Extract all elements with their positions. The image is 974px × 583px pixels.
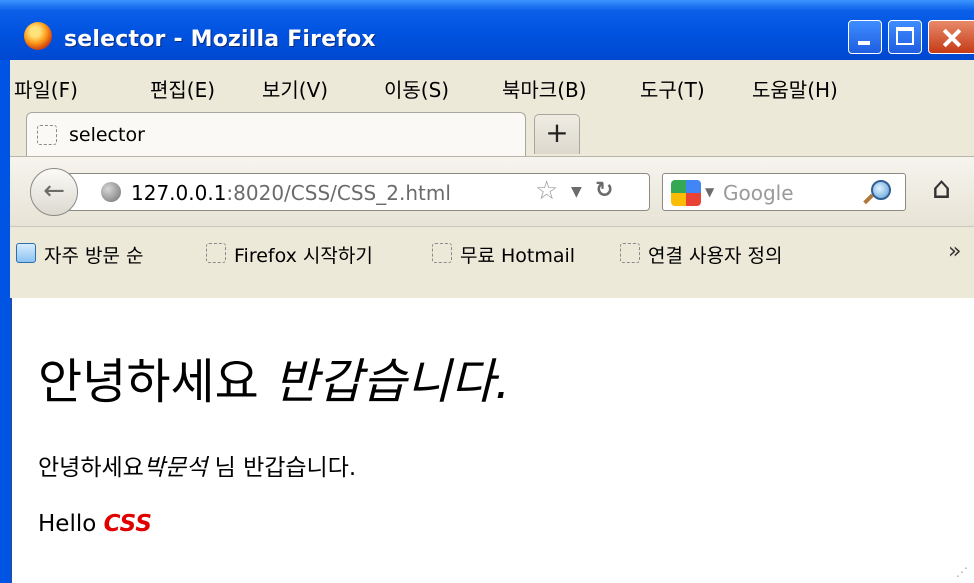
greeting-paragraph: 안녕하세요박문석 님 반갑습니다. (38, 448, 356, 482)
reload-icon[interactable]: ↻ (595, 178, 613, 203)
firefox-logo-icon (24, 22, 52, 50)
url-text[interactable]: 127.0.0.1:8020/CSS/CSS_2.html (131, 181, 451, 205)
back-button[interactable]: ← (30, 168, 78, 216)
greeting-name: 박문석 (143, 455, 208, 481)
heading-italic-text: 반갑습니다. (274, 354, 511, 410)
page-favicon-icon (37, 125, 57, 145)
menu-go[interactable]: 이동(S) (384, 74, 449, 103)
hello-paragraph: Hello CSS (38, 511, 152, 537)
css-highlight: CSS (103, 511, 152, 537)
menu-tools[interactable]: 도구(T) (640, 74, 705, 103)
navigation-toolbar: 127.0.0.1:8020/CSS/CSS_2.html ☆ ▼ ↻ ← ▼ … (10, 156, 974, 226)
hello-text: Hello (38, 511, 104, 537)
engine-dropdown-icon[interactable]: ▼ (705, 185, 714, 199)
bookmark-customize-links[interactable]: 연결 사용자 정의 (648, 241, 782, 268)
url-path: :8020/CSS/CSS_2.html (226, 181, 451, 205)
resize-grip-icon[interactable]: ⋰ (956, 565, 968, 579)
browser-chrome: 파일(F) 편집(E) 보기(V) 이동(S) 북마크(B) 도구(T) 도움말… (10, 60, 974, 298)
site-identity-icon[interactable] (101, 182, 121, 202)
search-bar[interactable]: ▼ Google (662, 173, 906, 211)
tab-strip: selector + (10, 106, 974, 156)
menu-help[interactable]: 도움말(H) (752, 74, 838, 103)
bookmark-favicon-icon (206, 243, 226, 263)
search-icon[interactable] (871, 180, 891, 200)
new-tab-button[interactable]: + (534, 114, 580, 154)
bookmark-most-visited[interactable]: 자주 방문 순 (44, 241, 143, 268)
bookmark-star-icon[interactable]: ☆ (535, 176, 558, 206)
menu-bookmarks[interactable]: 북마크(B) (502, 74, 587, 103)
back-arrow-icon: ← (43, 176, 65, 206)
greeting-text: 안녕하세요 (38, 455, 144, 481)
bookmark-favicon-icon (620, 243, 640, 263)
menu-view[interactable]: 보기(V) (262, 74, 328, 103)
minimize-button[interactable] (848, 20, 882, 54)
window-title: selector - Mozilla Firefox (64, 27, 376, 52)
bookmark-free-hotmail[interactable]: 무료 Hotmail (460, 241, 575, 268)
tab-selector[interactable]: selector (26, 112, 526, 156)
google-engine-icon[interactable] (671, 180, 701, 206)
bookmark-getting-started[interactable]: Firefox 시작하기 (234, 241, 373, 268)
greeting-suffix: 님 반갑습니다. (207, 455, 357, 481)
url-bar[interactable]: 127.0.0.1:8020/CSS/CSS_2.html ☆ ▼ ↻ (68, 173, 650, 211)
menu-edit[interactable]: 편집(E) (150, 74, 215, 103)
close-button[interactable] (928, 20, 974, 54)
page-content: 안녕하세요 반갑습니다. 안녕하세요박문석 님 반갑습니다. Hello CSS… (10, 298, 974, 583)
browser-window: selector - Mozilla Firefox 파일(F) 편집(E) 보… (0, 0, 974, 583)
menu-bar: 파일(F) 편집(E) 보기(V) 이동(S) 북마크(B) 도구(T) 도움말… (10, 60, 974, 106)
maximize-button[interactable] (888, 20, 922, 54)
url-host: 127.0.0.1 (131, 181, 227, 205)
bookmarks-toolbar: 자주 방문 순 Firefox 시작하기 무료 Hotmail 연결 사용자 정… (10, 226, 974, 298)
bookmarks-overflow-chevron[interactable]: » (948, 239, 961, 264)
home-icon[interactable]: ⌂ (932, 171, 951, 206)
history-dropdown-icon[interactable]: ▼ (571, 184, 582, 200)
menu-file[interactable]: 파일(F) (14, 74, 78, 103)
page-heading: 안녕하세요 반갑습니다. (38, 342, 510, 412)
heading-plain-text: 안녕하세요 (38, 354, 259, 410)
search-placeholder: Google (723, 181, 794, 205)
bookmark-favicon-icon (432, 243, 452, 263)
smart-bookmark-icon (16, 243, 36, 263)
tab-label: selector (69, 124, 145, 146)
title-bar[interactable]: selector - Mozilla Firefox (0, 0, 974, 60)
